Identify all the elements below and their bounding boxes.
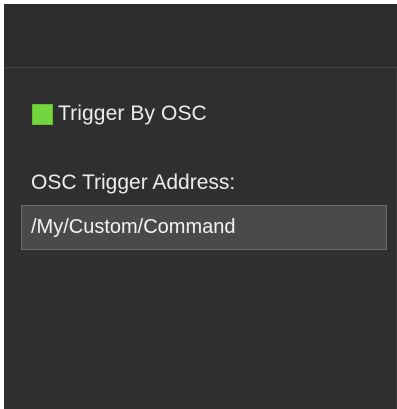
trigger-by-osc-row[interactable]: Trigger By OSC — [32, 99, 207, 129]
settings-panel: Trigger By OSC OSC Trigger Address: — [4, 4, 397, 409]
trigger-by-osc-label: Trigger By OSC — [58, 102, 207, 125]
window-frame: Trigger By OSC OSC Trigger Address: — [0, 0, 397, 409]
osc-trigger-address-label: OSC Trigger Address: — [31, 171, 236, 194]
osc-trigger-address-input[interactable] — [21, 205, 387, 250]
trigger-by-osc-checkbox[interactable] — [32, 103, 53, 125]
panel-header — [4, 4, 397, 68]
